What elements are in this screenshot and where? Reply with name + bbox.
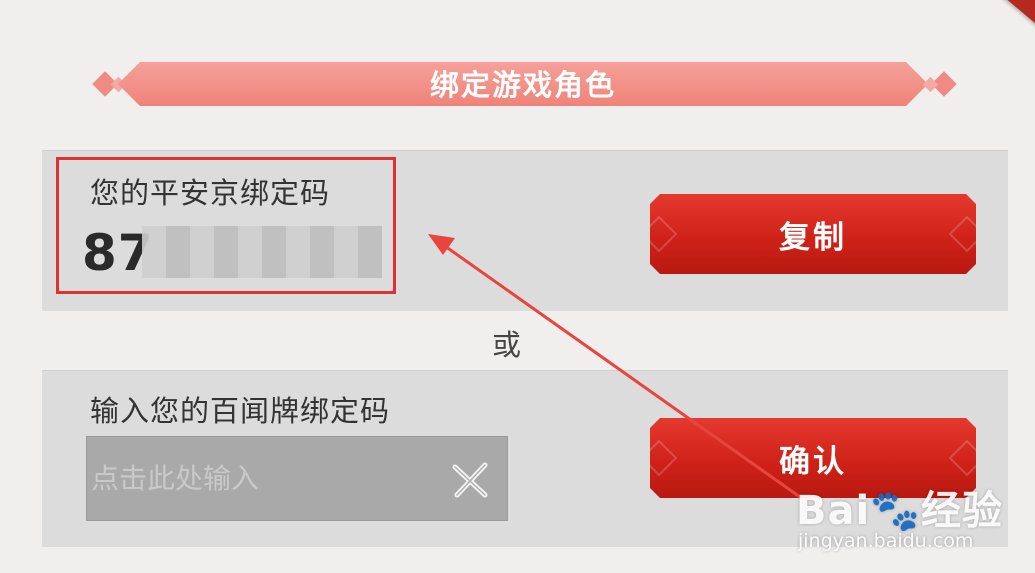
or-separator: 或 [492, 328, 522, 362]
bind-code-input[interactable] [87, 437, 431, 520]
watermark-logo: Bai🐾经验 [796, 488, 1003, 534]
copy-button-label: 复制 [779, 219, 847, 256]
input-code-label: 输入您的百闻牌绑定码 [90, 394, 391, 428]
annotation-highlight-box [56, 157, 396, 294]
baidu-watermark: Bai🐾经验 jingyan.baidu.com [790, 462, 1035, 562]
copy-button[interactable]: 复制 [650, 194, 976, 274]
page-title: 绑定游戏角色 [429, 68, 616, 102]
clear-x-icon[interactable] [449, 459, 491, 501]
watermark-url: jingyan.baidu.com [798, 530, 974, 552]
bind-code-input-box [86, 436, 508, 521]
corner-decoration [992, 0, 1035, 33]
title-ribbon: 绑定游戏角色 [118, 62, 928, 106]
